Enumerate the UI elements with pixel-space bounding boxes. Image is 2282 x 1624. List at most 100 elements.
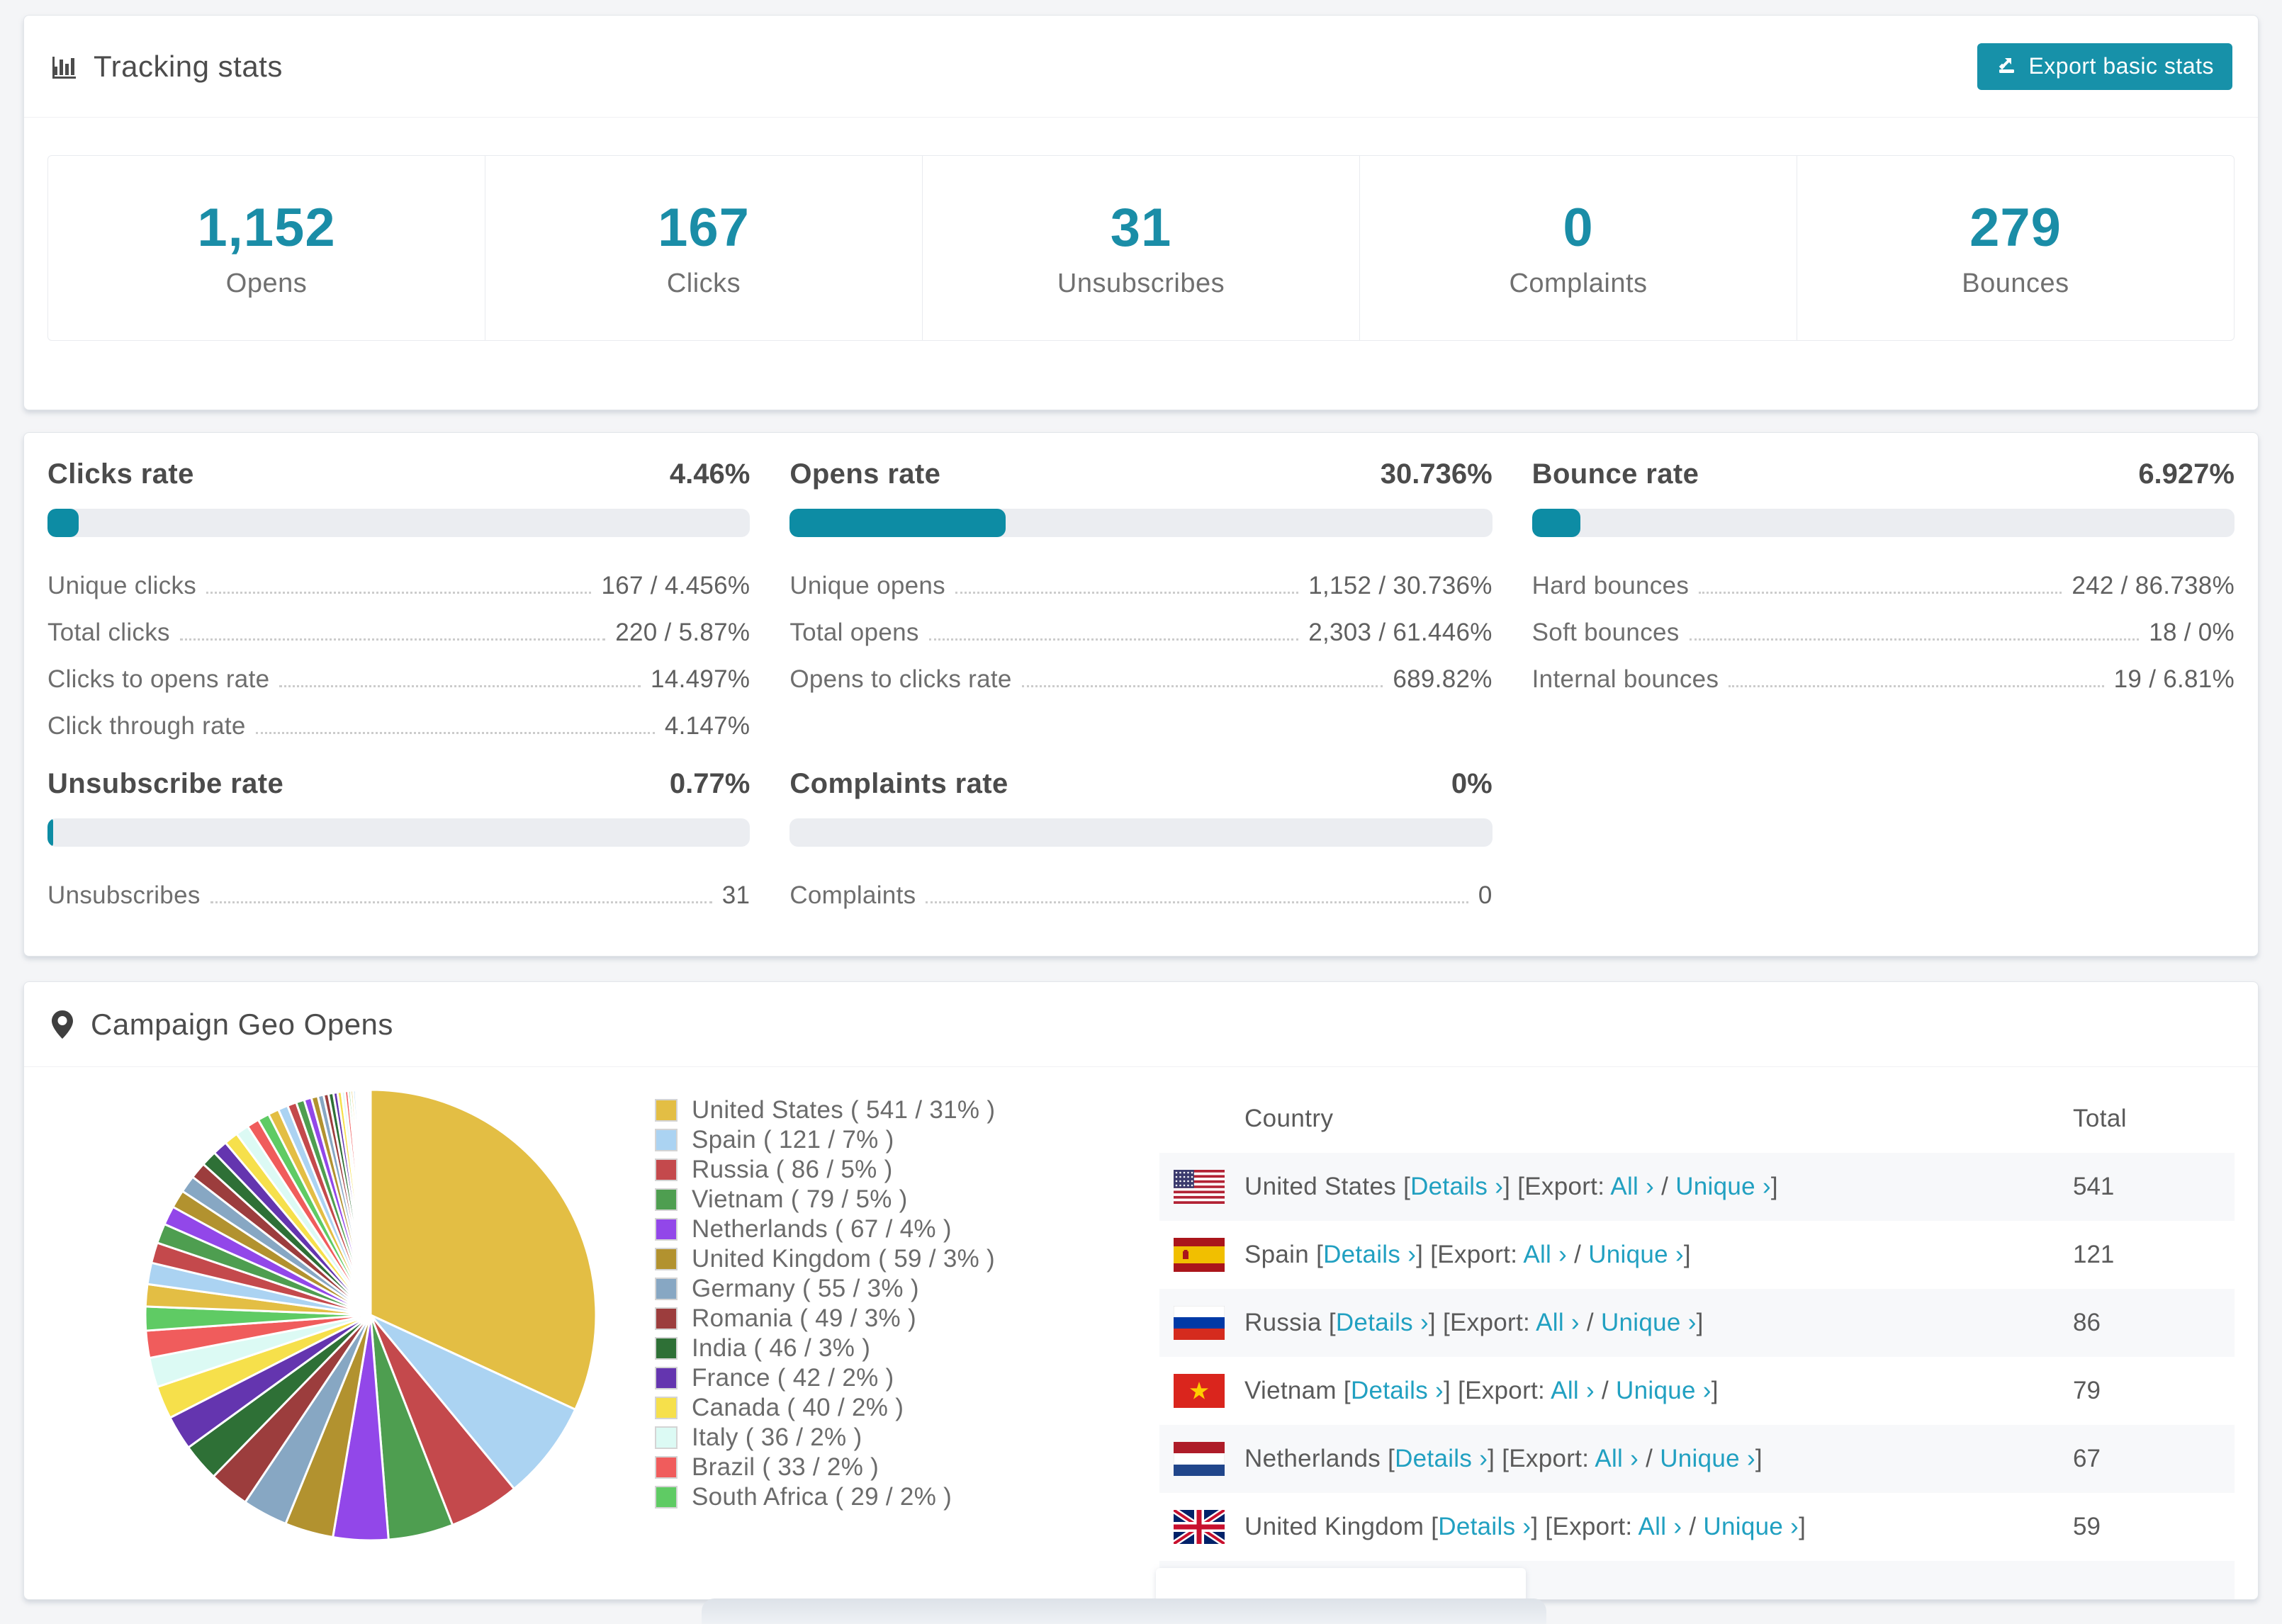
legend-item[interactable]: Russia ( 86 / 5% ) [655,1155,995,1185]
rate-detail-row: Opens to clicks rate 689.82% [789,656,1492,703]
rate-detail-value: 242 / 86.738% [2072,572,2235,599]
export-unique-link[interactable]: Unique › [1675,1173,1771,1200]
opens-rate-bar [789,509,1493,537]
legend-label: South Africa ( 29 / 2% ) [692,1483,952,1511]
tracking-stats-title-text: Tracking stats [94,49,283,83]
details-link[interactable]: Details › [1323,1241,1416,1268]
stat-bounces-label: Bounces [1962,269,2069,298]
details-link[interactable]: Details › [1410,1173,1503,1200]
export-all-link[interactable]: All › [1536,1309,1580,1336]
bounce-rate-bar [1531,509,2235,537]
geo-table-row: United Kingdom [Details ›] [Export: All … [1159,1493,2235,1561]
legend-swatch [655,1218,678,1241]
legend-item[interactable]: Brazil ( 33 / 2% ) [655,1453,995,1482]
geo-row-country: Russia [Details ›] [Export: All › / Uniq… [1244,1309,1704,1336]
legend-item[interactable]: Canada ( 40 / 2% ) [655,1393,995,1423]
country-flag-icon [1174,1374,1225,1408]
rate-detail-row: Unsubscribes 31 [47,872,750,919]
geo-opens-title: Campaign Geo Opens [50,1008,393,1042]
unsubscribe-rate-value: 0.77% [669,768,751,799]
legend-swatch [655,1307,678,1330]
legend-swatch [655,1248,678,1270]
export-unique-link[interactable]: Unique › [1588,1241,1684,1268]
geo-row-country: Vietnam [Details ›] [Export: All › / Uni… [1244,1377,1719,1404]
geo-table-row: Vietnam [Details ›] [Export: All › / Uni… [1159,1357,2235,1425]
legend-item[interactable]: Germany ( 55 / 3% ) [655,1274,995,1304]
stat-clicks-label: Clicks [666,269,741,298]
bounce-rate-bar-fill [1531,509,1581,537]
legend-item[interactable]: France ( 42 / 2% ) [655,1363,995,1393]
rate-detail-label: Unsubscribes [47,881,201,909]
export-all-link[interactable]: All › [1595,1445,1639,1472]
geo-opens-table: Country Total United States [Details ›] … [1159,1085,2235,1599]
export-unique-link[interactable]: Unique › [1616,1377,1712,1404]
rate-detail-row: Unique clicks 167 / 4.456% [47,563,750,609]
stat-complaints: 0 Complaints [1360,156,1797,340]
legend-swatch [655,1278,678,1300]
export-unique-link[interactable]: Unique › [1660,1445,1755,1472]
stat-unsubscribes-label: Unsubscribes [1057,269,1225,298]
geo-row-country: Spain [Details ›] [Export: All › / Uniqu… [1244,1241,1691,1268]
legend-label: India ( 46 / 3% ) [692,1334,871,1362]
dotted-leader [179,638,606,641]
export-all-link[interactable]: All › [1523,1241,1567,1268]
legend-swatch [655,1337,678,1360]
campaign-stats-page: { "tracking": { "title": "Tracking stats… [0,0,2282,1624]
details-link[interactable]: Details › [1336,1309,1429,1336]
legend-label: Brazil ( 33 / 2% ) [692,1453,879,1481]
rate-detail-value: 167 / 4.456% [601,572,751,599]
geo-table-row: United States [Details ›] [Export: All ›… [1159,1153,2235,1221]
map-pin-icon [50,1009,75,1040]
legend-item[interactable]: United Kingdom ( 59 / 3% ) [655,1244,995,1274]
export-unique-link[interactable]: Unique › [1601,1309,1697,1336]
rate-detail-value: 0 [1478,881,1493,909]
legend-item[interactable]: Vietnam ( 79 / 5% ) [655,1185,995,1214]
geo-table-header: Country Total [1159,1085,2235,1153]
legend-label: United Kingdom ( 59 / 3% ) [692,1245,996,1273]
details-link[interactable]: Details › [1395,1445,1488,1472]
bounce-rate-value: 6.927% [2138,458,2235,490]
legend-label: Italy ( 36 / 2% ) [692,1423,862,1451]
legend-swatch [655,1158,678,1181]
geo-row-total: 79 [2073,1377,2101,1404]
legend-item[interactable]: Netherlands ( 67 / 4% ) [655,1214,995,1244]
chart-tooltip-overlay [1156,1568,1526,1599]
legend-swatch [655,1099,678,1122]
bounce-rate-block: Bounce rate 6.927% Hard bounces 242 / 86… [1531,458,2235,750]
legend-item[interactable]: Romania ( 49 / 3% ) [655,1304,995,1333]
details-link[interactable]: Details › [1351,1377,1444,1404]
geo-table-row: Spain [Details ›] [Export: All › / Uniqu… [1159,1221,2235,1289]
tracking-stats-header: Tracking stats Export basic stats [24,16,2258,118]
country-flag-icon [1174,1306,1225,1340]
export-all-link[interactable]: All › [1551,1377,1595,1404]
stat-unsubscribes-value: 31 [1110,198,1172,258]
bottom-scroll-band [702,1598,1546,1624]
legend-item[interactable]: Italy ( 36 / 2% ) [655,1423,995,1453]
country-flag-icon [1174,1170,1225,1204]
export-basic-stats-button[interactable]: Export basic stats [1977,43,2232,90]
legend-item[interactable]: United States ( 541 / 31% ) [655,1095,995,1125]
export-all-link[interactable]: All › [1610,1173,1654,1200]
rate-detail-row: Internal bounces 19 / 6.81% [1532,656,2235,703]
geo-row-total: 67 [2073,1445,2101,1472]
rate-detail-value: 14.497% [651,665,751,693]
geo-opens-pie-chart [142,1087,599,1547]
dotted-leader [955,592,1299,594]
tracking-stats-card: Tracking stats Export basic stats 1,152 … [23,15,2259,410]
tracking-stats-title: Tracking stats [50,50,283,84]
rate-detail-value: 4.147% [664,712,751,740]
opens-rate-bar-fill [789,509,1006,537]
export-unique-link[interactable]: Unique › [1703,1513,1799,1540]
geo-row-total: 121 [2073,1241,2115,1268]
legend-item[interactable]: Spain ( 121 / 7% ) [655,1125,995,1155]
legend-label: Canada ( 40 / 2% ) [692,1394,904,1421]
legend-item[interactable]: India ( 46 / 3% ) [655,1333,995,1363]
pie-slice[interactable] [369,1088,372,1316]
details-link[interactable]: Details › [1438,1513,1531,1540]
stat-opens-label: Opens [225,269,308,298]
legend-item[interactable]: South Africa ( 29 / 2% ) [655,1482,995,1512]
legend-label: Netherlands ( 67 / 4% ) [692,1215,952,1243]
dotted-leader [1699,592,2062,594]
dotted-leader [210,901,712,903]
export-all-link[interactable]: All › [1639,1513,1682,1540]
